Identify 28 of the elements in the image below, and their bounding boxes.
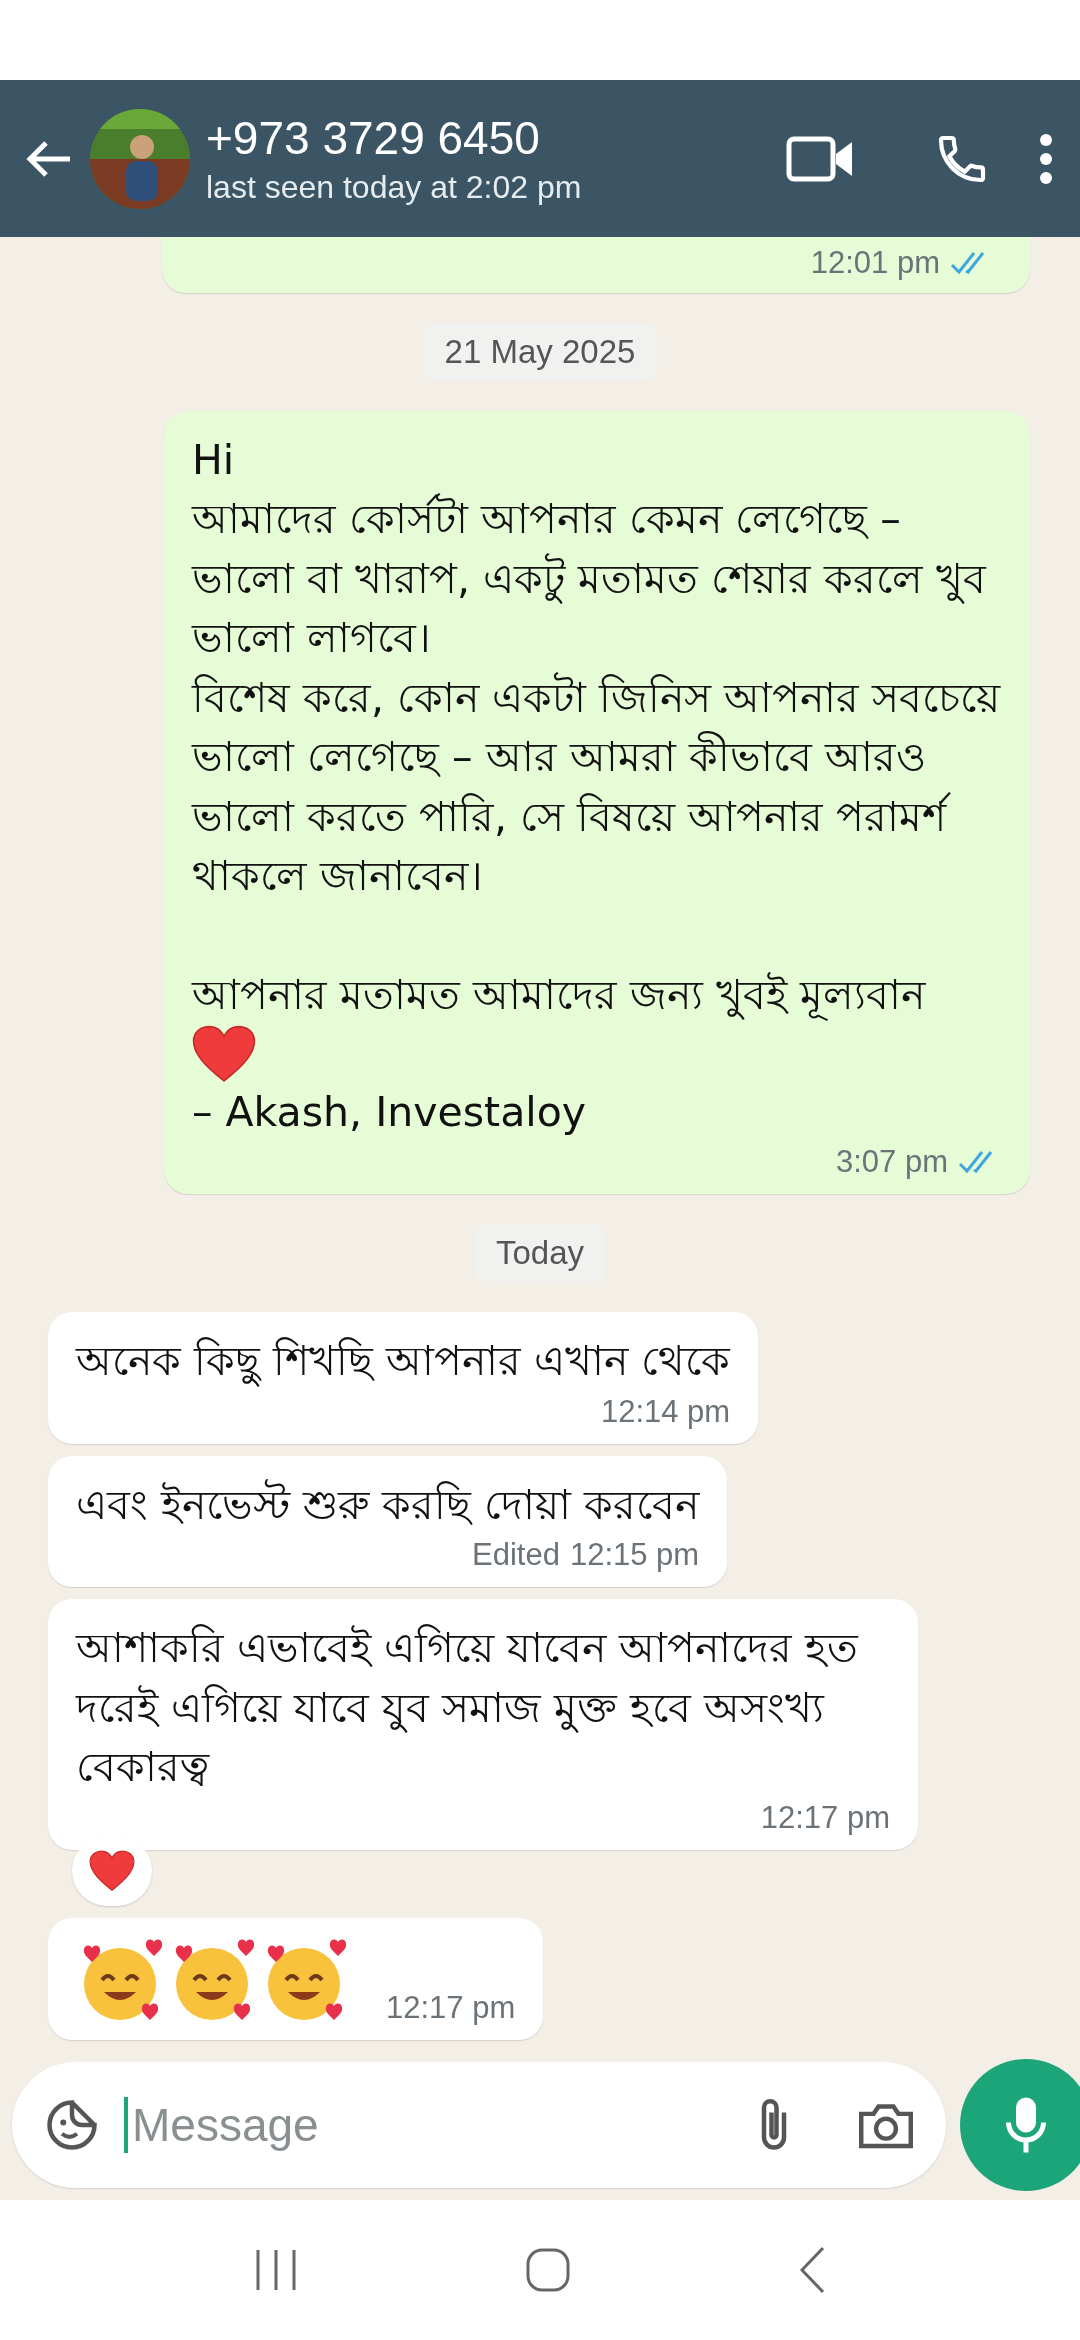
edited-label: Edited bbox=[472, 1537, 560, 1574]
message-text: অনেক কিছু শিখছি আপনার এখান থেকে bbox=[76, 1336, 731, 1389]
incoming-message-bubble[interactable]: অনেক কিছু শিখছি আপনার এখান থেকে 12:14 pm bbox=[48, 1312, 759, 1444]
incoming-message-bubble[interactable]: 12:17 pm bbox=[48, 1917, 544, 2040]
message-text: আশাকরি এভাবেই এগিয়ে যাবেন আপনাদের হত দরেই এগিয়ে যাবে যুব সমাজ মুক্ত হবে অসংখ্য বেকারত্ব bbox=[76, 1623, 860, 1794]
message-time: 3:07 pm bbox=[836, 1144, 948, 1181]
outgoing-message-bubble[interactable]: 12:01 pm bbox=[162, 237, 1030, 293]
message-time: 12:14 pm bbox=[600, 1393, 731, 1430]
back-icon[interactable] bbox=[797, 2245, 827, 2295]
microphone-icon bbox=[1004, 2095, 1048, 2155]
outgoing-message-bubble[interactable] bbox=[164, 411, 1030, 1195]
incoming-message-bubble[interactable]: আশাকরি এভাবেই এগিয়ে যাবেন আপনাদের হত দরেই এগিয়ে যাবে যুব সমাজ মুক্ত হবে অসংখ্য বেকারত্ব 12:17 pm bbox=[48, 1599, 918, 1850]
heart-icon bbox=[89, 1849, 135, 1892]
date-chip: Today bbox=[473, 1224, 607, 1283]
message-field[interactable]: Message bbox=[12, 2062, 946, 2188]
date-chip: 21 May 2025 bbox=[422, 323, 658, 381]
home-icon[interactable] bbox=[525, 2247, 571, 2293]
message-time: 12:01 pm bbox=[810, 245, 940, 281]
heart-icon bbox=[192, 1025, 256, 1083]
message-time: 12:15 pm bbox=[569, 1537, 700, 1574]
last-seen-status: last seen today at 2:02 pm bbox=[206, 169, 583, 206]
message-text: Hi আমাদের কোর্সটা আপনার কেমন লেগেছে – ভালো বা খারাপ, একটু মতামত শেয়ার করলে খুব ভালো লাগবে। বিশেষ করে, কোন একটা জিনিস আপনার সবচেয়ে ভালো লেগেছে – আর আমরা কীভাবে আরও ভালো করতে পারি, সে বিষয়ে আপনার পরামর্শ থাকলে জানাবেন। আপনার মতামত আমাদের জন্য খুবই মূল্যবান bbox=[192, 435, 1002, 1023]
message-text: – Akash, Investaloy bbox=[192, 1086, 587, 1138]
incoming-message-bubble[interactable]: এবং ইনভেস্ট শুরু করছি দোয়া করবেন Edited 12:15 pm bbox=[48, 1455, 728, 1588]
contact-name[interactable]: +973 3729 6450 bbox=[206, 111, 738, 165]
message-text: এবং ইনভেস্ট শুরু করছি দোয়া করবেন bbox=[76, 1478, 700, 1531]
message-time: 12:17 pm bbox=[760, 1799, 890, 1836]
message-time: 12:17 pm bbox=[386, 1989, 516, 2026]
